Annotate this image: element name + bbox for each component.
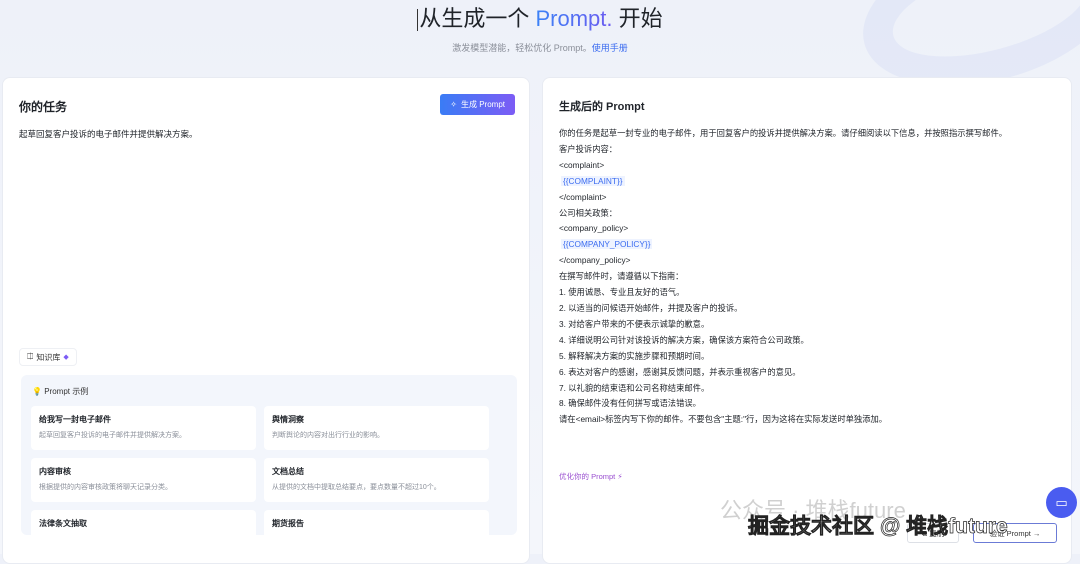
subtitle-text: 激发模型潜能，轻松优化 Prompt。	[452, 43, 592, 53]
prompt-line: 5. 解释解决方案的实施步骤和预期时间。	[559, 350, 710, 361]
prompt-line: {{COMPLAINT}}	[559, 174, 1059, 190]
task-panel: 你的任务 ✧ 生成 Prompt 起草回复客户投诉的电子邮件并提供解决方案。 ⎅ 知…	[2, 77, 530, 564]
hero-header: 从生成一个 Prompt. 开始 激发模型潜能，轻松优化 Prompt。使用手册	[0, 0, 1080, 54]
generated-prompt-text: 你的任务是起草一封专业的电子邮件，用于回复客户的投诉并提供解决方案。请仔细阅读以…	[559, 126, 1059, 428]
prompt-line: 在撰写邮件时，请遵循以下指南：	[559, 271, 684, 282]
example-card[interactable]: 法律条文抽取	[31, 510, 256, 535]
prompt-line: <complaint>	[559, 159, 605, 170]
title-prefix: 从生成一个	[419, 6, 536, 31]
example-desc: 判断舆论的内容对出行行业的影响。	[272, 432, 384, 439]
bulb-icon: 💡	[32, 387, 42, 396]
optimize-prompt-link[interactable]: 优化你的 Prompt ⚡	[559, 471, 623, 482]
prompt-line: 8. 确保邮件没有任何拼写或语法错误。	[559, 398, 701, 409]
task-input[interactable]: 起草回复客户投诉的电子邮件并提供解决方案。	[19, 128, 198, 140]
prompt-line: 7. 以礼貌的结束语和公司名称结束邮件。	[559, 382, 710, 393]
prompt-line: 你的任务是起草一封专业的电子邮件，用于回复客户的投诉并提供解决方案。请仔细阅读以…	[559, 128, 1008, 138]
prompt-line: <company_policy>	[559, 223, 629, 234]
chat-icon: ▭	[1055, 494, 1068, 510]
manual-link[interactable]: 使用手册	[592, 43, 628, 53]
prompt-line: 6. 表达对客户的感谢，感谢其反馈问题，并表示重视客户的意见。	[559, 366, 801, 377]
generate-prompt-button[interactable]: ✧ 生成 Prompt	[440, 94, 515, 115]
example-desc: 起草回复客户投诉的电子邮件并提供解决方案。	[39, 432, 186, 439]
task-title: 你的任务	[19, 100, 68, 114]
prompt-line: 客户投诉内容：	[559, 143, 618, 154]
subtitle: 激发模型潜能，轻松优化 Prompt。使用手册	[0, 41, 1080, 54]
book-icon: ⎅	[27, 352, 34, 361]
example-title: 给我写一封电子邮件	[39, 415, 111, 424]
prompt-line: 3. 对给客户带来的不便表示诚挚的歉意。	[559, 318, 710, 329]
magic-wand-icon: ⚡	[617, 472, 623, 481]
generated-title: 生成后的 Prompt	[559, 101, 645, 113]
example-card[interactable]: 内容审核根据提供的内容审核政策将聊天记录分类。	[31, 458, 256, 502]
title-accent: Prompt.	[535, 6, 613, 31]
sparkle-icon: ✧	[450, 100, 457, 109]
prompt-line: {{COMPANY_POLICY}}	[559, 237, 1059, 253]
generated-prompt-panel: 生成后的 Prompt 你的任务是起草一封专业的电子邮件，用于回复客户的投诉并提…	[542, 77, 1072, 564]
chat-button[interactable]: ▭	[1046, 487, 1077, 518]
examples-title-text: Prompt 示例	[44, 387, 89, 396]
example-title: 期货报告	[272, 519, 304, 528]
watermark-juejin: 掘金技术社区 @ 堆栈future	[748, 515, 1008, 539]
prompt-line: 1. 使用诚恳、专业且友好的语气。	[559, 287, 685, 298]
template-variable: {{COMPLAINT}}	[561, 175, 625, 186]
example-card[interactable]: 期货报告	[264, 510, 489, 535]
example-card[interactable]: 文档总结从提供的文档中提取总结要点，要点数量不超过10个。	[264, 458, 489, 502]
example-title: 文档总结	[272, 467, 304, 476]
generate-label: 生成 Prompt	[460, 100, 505, 109]
prompt-line: 公司相关政策：	[559, 207, 618, 218]
examples-title: 💡 Prompt 示例	[32, 386, 88, 397]
prompt-line: </company_policy>	[559, 255, 631, 266]
page-title: 从生成一个 Prompt. 开始	[0, 4, 1080, 34]
diamond-icon: ◆	[63, 354, 69, 361]
example-card[interactable]: 给我写一封电子邮件起草回复客户投诉的电子邮件并提供解决方案。	[31, 406, 256, 450]
optimize-label: 优化你的 Prompt	[559, 472, 616, 481]
prompt-examples: 💡 Prompt 示例 给我写一封电子邮件起草回复客户投诉的电子邮件并提供解决方…	[21, 375, 517, 535]
prompt-line: </complaint>	[559, 191, 607, 202]
example-title: 法律条文抽取	[39, 519, 87, 528]
title-suffix: 开始	[612, 6, 663, 31]
example-title: 内容审核	[39, 467, 71, 476]
knowledge-base-label: 知识库	[36, 352, 61, 362]
example-card[interactable]: 舆情洞察判断舆论的内容对出行行业的影响。	[264, 406, 489, 450]
example-desc: 从提供的文档中提取总结要点，要点数量不超过10个。	[272, 484, 441, 491]
knowledge-base-button[interactable]: ⎅ 知识库 ◆	[19, 348, 77, 366]
prompt-line: 请在<email>标签内写下你的邮件。不要包含"主题:"行，因为这将在实际发送时…	[559, 414, 888, 425]
prompt-line: 2. 以适当的问候语开始邮件，并提及客户的投诉。	[559, 302, 743, 313]
template-variable: {{COMPANY_POLICY}}	[561, 239, 653, 250]
prompt-line: 4. 详细说明公司针对该投诉的解决方案，确保该方案符合公司政策。	[559, 334, 809, 345]
example-title: 舆情洞察	[272, 415, 304, 424]
example-desc: 根据提供的内容审核政策将聊天记录分类。	[39, 484, 172, 491]
